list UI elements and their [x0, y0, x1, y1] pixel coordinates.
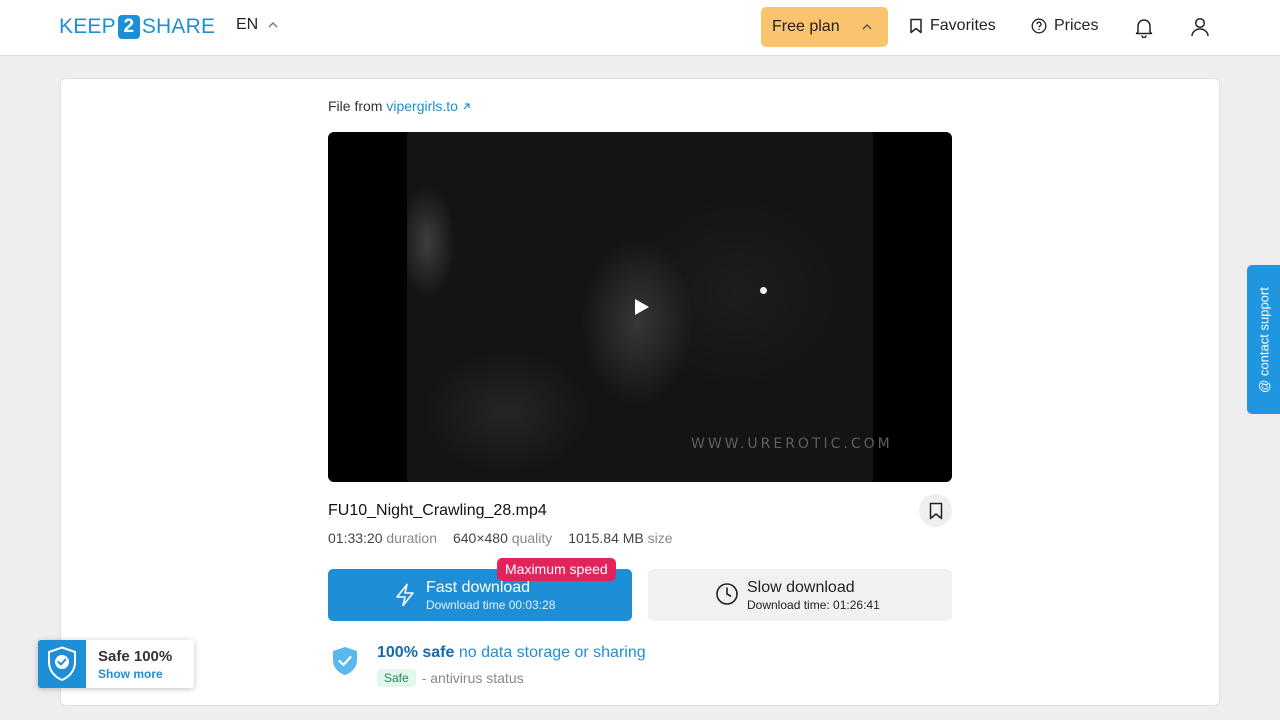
slow-download-label: Slow download [747, 579, 855, 596]
file-from-label: File from [328, 98, 383, 114]
contact-support-label: @ contact support [1256, 286, 1271, 393]
bookmark-icon [929, 502, 942, 519]
antivirus-status-label: - antivirus status [421, 670, 524, 686]
add-favorite-button[interactable] [919, 494, 952, 527]
fast-download-time: Download time 00:03:28 [426, 598, 556, 612]
clock-icon [716, 583, 738, 605]
prices-link[interactable]: Prices [1031, 17, 1098, 35]
contact-support-tab[interactable]: @ contact support [1247, 265, 1280, 414]
slow-download-time: Download time: 01:26:41 [747, 598, 880, 612]
duration-label: duration [386, 530, 437, 546]
show-more-link[interactable]: Show more [98, 667, 163, 681]
source-link[interactable]: vipergirls.to [386, 98, 470, 114]
external-link-icon [463, 103, 470, 110]
light-spot [760, 287, 767, 294]
prices-label: Prices [1054, 17, 1099, 34]
safety-strong: 100% safe [377, 644, 455, 661]
source-link-text: vipergirls.to [386, 98, 458, 114]
file-source: File from vipergirls.to [328, 98, 471, 114]
language-label: EN [236, 16, 259, 33]
play-icon[interactable] [634, 298, 650, 316]
slow-download-button[interactable]: Slow download Download time: 01:26:41 [648, 569, 952, 621]
duration-value: 01:33:20 [328, 530, 383, 546]
quality-label: quality [511, 530, 553, 546]
logo-text-right: SHARE [141, 15, 216, 38]
chevron-up-icon [862, 24, 872, 30]
account-button[interactable] [1187, 14, 1213, 40]
shield-check-icon [48, 646, 76, 682]
duration: 01:33:20 duration [328, 530, 437, 546]
quality-value: 640×480 [452, 530, 508, 546]
keep2share-logo[interactable]: KEEP 2 SHARE [59, 14, 215, 40]
logo-text-left: KEEP [59, 15, 116, 38]
logo-text-middle: 2 [117, 15, 140, 39]
safety-rest: no data storage or sharing [458, 644, 646, 661]
bell-icon [1135, 19, 1153, 38]
user-icon [1191, 17, 1209, 37]
chevron-up-icon [268, 22, 278, 28]
notifications-button[interactable] [1131, 14, 1157, 40]
top-header: KEEP 2 SHARE EN Free plan Favorites Pric… [0, 0, 1280, 56]
widget-title: Safe 100% [98, 648, 173, 665]
shield-check-icon [333, 647, 357, 675]
size-label: size [647, 530, 673, 546]
quality: 640×480 quality [453, 530, 552, 546]
safe-tag: Safe [377, 669, 416, 687]
lightning-icon [396, 583, 414, 607]
size-value: 1015.84 MB [568, 530, 644, 546]
safe-widget[interactable]: Safe 100% Show more [38, 640, 194, 688]
video-watermark: WWW.URЕROTIC.COM [691, 436, 893, 452]
safety-note: 100% safe no data storage or sharing [377, 644, 646, 662]
widget-icon-box [38, 640, 86, 688]
language-selector[interactable]: EN [236, 16, 278, 34]
file-meta: 01:33:20 duration 640×480 quality 1015.8… [328, 530, 689, 546]
video-player[interactable]: WWW.URЕROTIC.COM [328, 132, 952, 482]
plan-label: Free plan [772, 18, 840, 35]
max-speed-badge: Maximum speed [497, 558, 616, 581]
file-name: FU10_Night_Crawling_28.mp4 [328, 502, 547, 519]
bookmark-icon [910, 18, 922, 34]
fast-download-label: Fast download [426, 579, 531, 596]
plan-dropdown-button[interactable]: Free plan [761, 7, 888, 47]
favorites-label: Favorites [930, 17, 996, 34]
antivirus-status: Safe - antivirus status [377, 669, 524, 687]
size: 1015.84 MB size [568, 530, 672, 546]
question-circle-icon [1031, 18, 1047, 34]
favorites-link[interactable]: Favorites [909, 17, 996, 35]
